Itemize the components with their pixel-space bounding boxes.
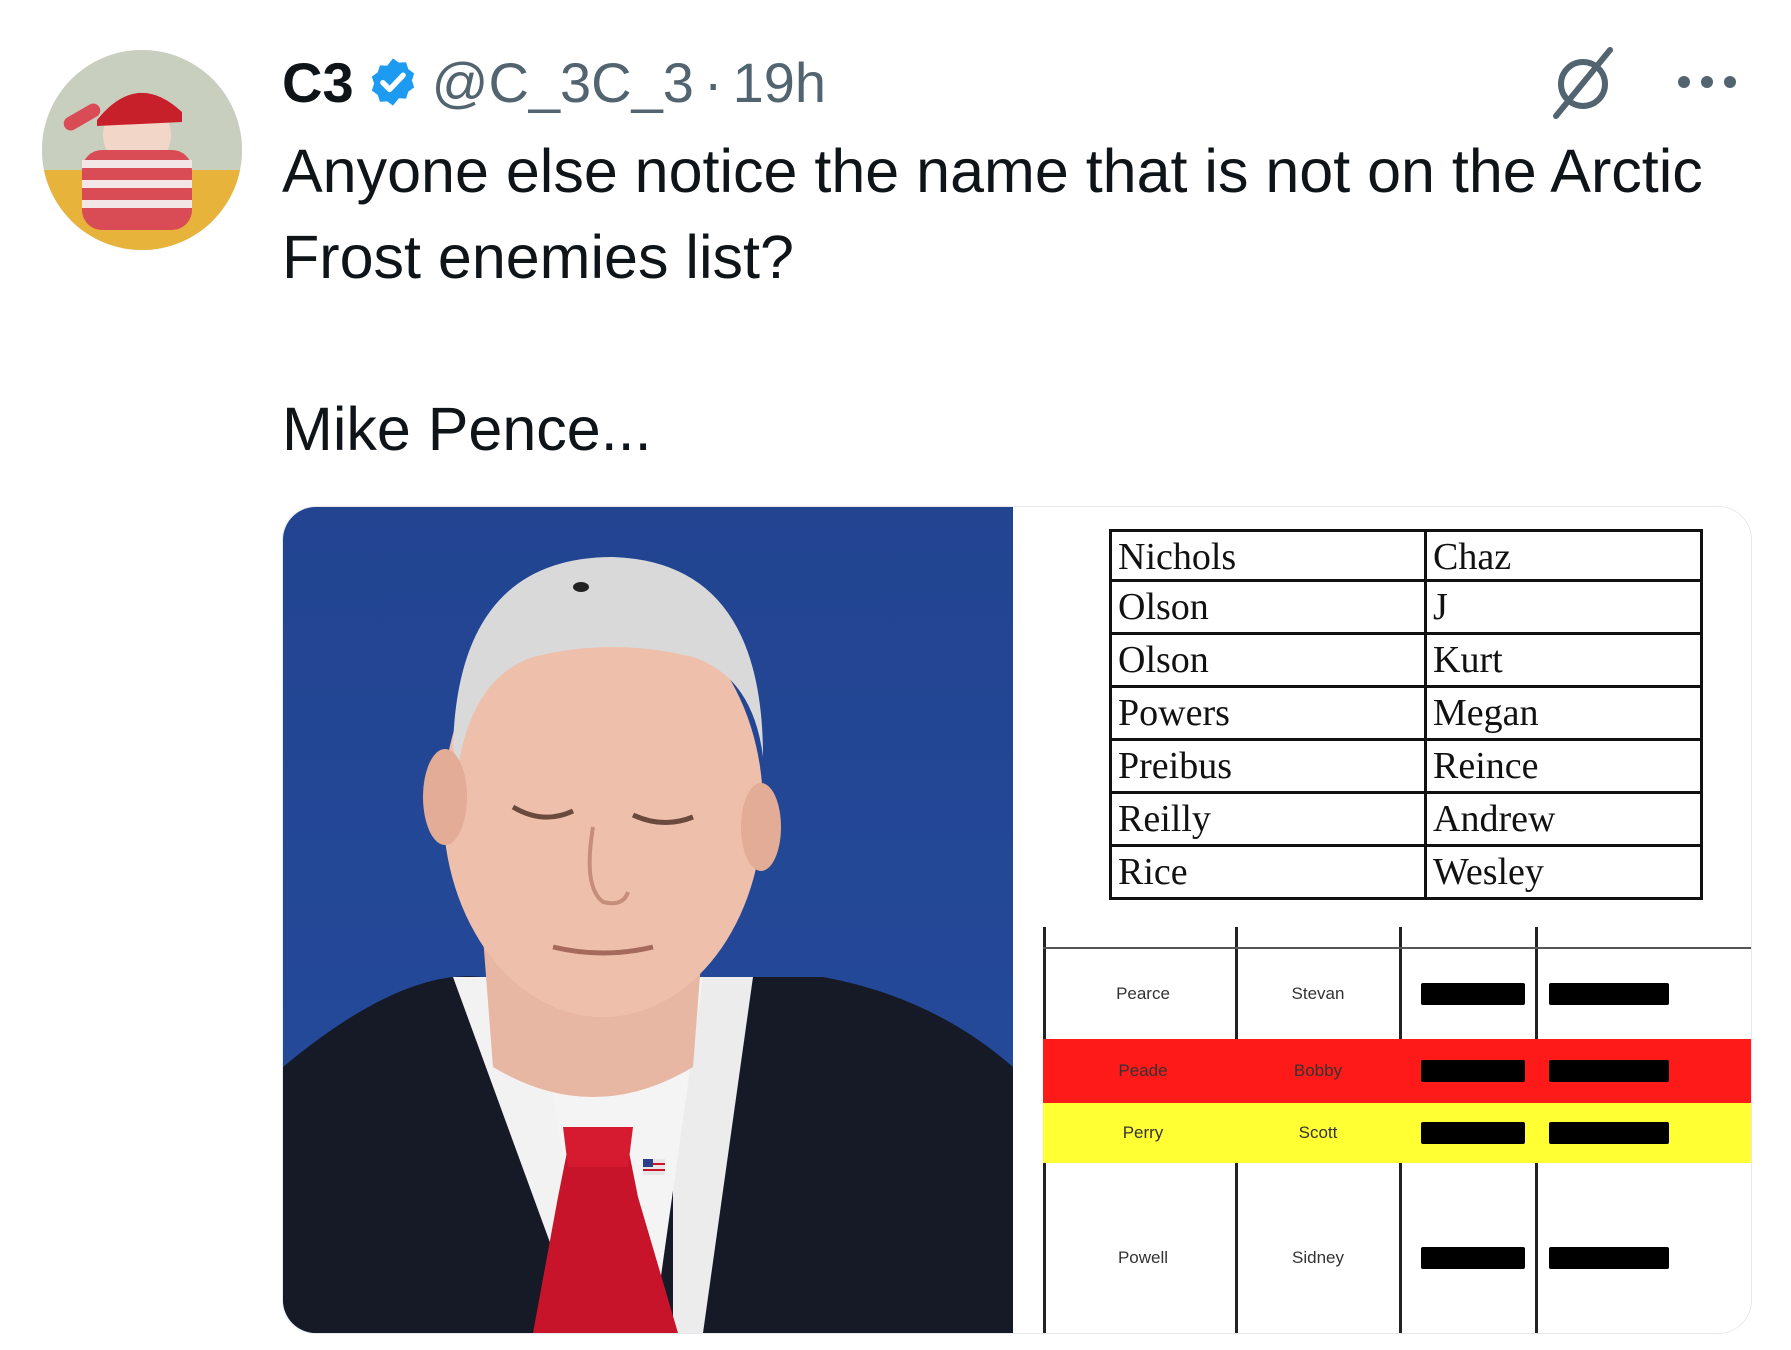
table-rule [1043, 947, 1751, 949]
last-name-cell: Powers [1109, 688, 1424, 738]
table-row: Rice Wesley [1109, 847, 1703, 900]
last-name-cell: Powell [1117, 1248, 1169, 1267]
last-name-cell: Nichols [1109, 532, 1424, 579]
table-row: Olson Kurt [1109, 635, 1703, 688]
cut-off-row [1109, 507, 1703, 529]
redaction-bar [1549, 1060, 1669, 1082]
tweet-timestamp[interactable]: 19h [733, 50, 826, 115]
table-row: Perry Scott [1043, 1103, 1751, 1163]
first-name-cell: Stevan [1291, 984, 1345, 1003]
table-row: Preibus Reince [1109, 741, 1703, 794]
first-name-cell: Reince [1424, 741, 1703, 791]
redaction-bar [1421, 1060, 1525, 1082]
first-name-cell: Megan [1424, 688, 1703, 738]
author-name[interactable]: C3 [282, 50, 354, 115]
table-row: Nichols Chaz [1109, 529, 1703, 582]
table-row: Powell Sidney [1043, 1183, 1751, 1333]
redaction-bar [1421, 983, 1525, 1005]
last-name-cell: Perry [1122, 1123, 1164, 1142]
last-name-cell: Preibus [1109, 741, 1424, 791]
upper-name-table: Nichols Chaz Olson J Olson Kurt Powers Megan Pre… [1109, 507, 1703, 900]
first-name-cell: J [1424, 582, 1703, 632]
redaction-bar [1421, 1122, 1525, 1144]
last-name-cell: Olson [1109, 582, 1424, 632]
lower-name-table: Pearce Stevan Peade Bobby Perry Scott Powell Si… [1043, 927, 1751, 1333]
last-name-cell: Pearce [1116, 984, 1170, 1003]
last-name-cell: Olson [1109, 635, 1424, 685]
redaction-bar [1549, 983, 1669, 1005]
first-name-cell: Scott [1298, 1123, 1338, 1142]
last-name-cell: Rice [1109, 847, 1424, 897]
redaction-bar [1549, 1247, 1669, 1269]
photo-man-head-bowed[interactable] [283, 507, 1013, 1333]
table-row: Pearce Stevan [1043, 949, 1751, 1039]
author-handle[interactable]: @C_3C_3 [432, 50, 694, 115]
tweet-header: C3 @C_3C_3 · 19h [282, 42, 826, 122]
verified-badge-icon [371, 58, 414, 106]
last-name-cell: Reilly [1109, 794, 1424, 844]
table-row: Reilly Andrew [1109, 794, 1703, 847]
redaction-bar [1549, 1122, 1669, 1144]
first-name-cell: Bobby [1293, 1061, 1343, 1080]
table-row: Peade Bobby [1043, 1039, 1751, 1103]
redaction-bar [1421, 1247, 1525, 1269]
grok-icon[interactable] [1548, 42, 1618, 122]
more-options-icon[interactable] [1672, 62, 1742, 102]
first-name-cell: Kurt [1424, 635, 1703, 685]
table-row: Olson J [1109, 582, 1703, 635]
author-avatar[interactable] [42, 50, 242, 250]
tweet-text: Anyone else notice the name that is not … [282, 137, 1703, 463]
first-name-cell: Sidney [1292, 1248, 1344, 1267]
first-name-cell: Chaz [1424, 532, 1703, 579]
header-separator: · [703, 50, 723, 114]
last-name-cell: Peade [1118, 1061, 1168, 1080]
tweet-media[interactable]: Nichols Chaz Olson J Olson Kurt Powers Megan Pre… [282, 506, 1752, 1334]
first-name-cell: Wesley [1424, 847, 1703, 897]
avatar-image [42, 50, 242, 250]
table-row: Powers Megan [1109, 688, 1703, 741]
document-name-list: Nichols Chaz Olson J Olson Kurt Powers Megan Pre… [1013, 507, 1751, 1333]
first-name-cell: Andrew [1424, 794, 1703, 844]
